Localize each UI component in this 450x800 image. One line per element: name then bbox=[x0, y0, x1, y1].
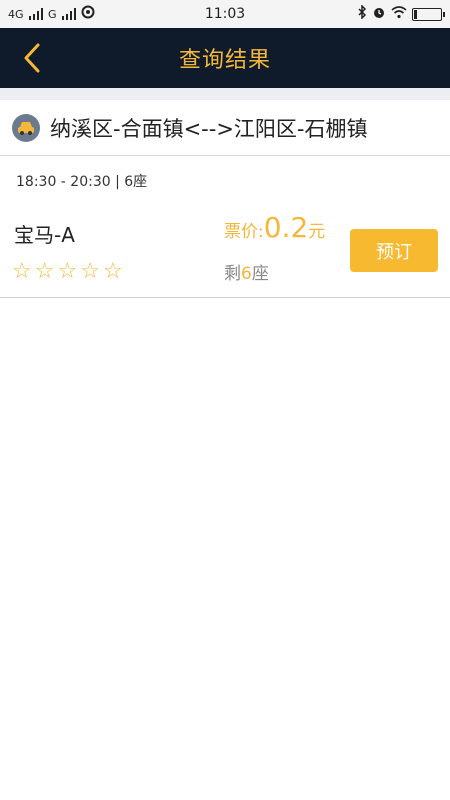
remaining-prefix: 剩 bbox=[224, 264, 241, 284]
trip-time-seats: 18:30 - 20:30 | 6座 bbox=[16, 174, 148, 190]
taxi-icon bbox=[12, 113, 40, 142]
network-type-4g: 4G bbox=[8, 7, 24, 21]
signal-icon-2 bbox=[61, 8, 77, 20]
status-left: 4G G bbox=[8, 5, 95, 23]
network-type-g: G bbox=[48, 7, 57, 21]
car-name: 宝马-A bbox=[14, 223, 75, 247]
status-bar: 4G G 11:03 bbox=[0, 0, 450, 28]
price-value: 0.2 bbox=[263, 211, 309, 244]
battery-icon bbox=[412, 7, 445, 21]
route-text: 纳溪区-合面镇<-->江阳区-石棚镇 bbox=[50, 116, 368, 141]
page-title: 查询结果 bbox=[178, 48, 271, 73]
section-divider bbox=[0, 88, 450, 100]
remaining-count: 6 bbox=[241, 264, 252, 284]
trip-card[interactable]: 18:30 - 20:30 | 6座 宝马-A ☆ ☆ ☆ ☆ ☆ 票价: 0.… bbox=[0, 157, 450, 298]
chevron-left-icon bbox=[24, 43, 40, 73]
book-button[interactable]: 预订 bbox=[350, 229, 438, 272]
status-time: 11:03 bbox=[204, 6, 246, 22]
alarm-icon bbox=[372, 5, 386, 23]
star-outline-icon: ☆ bbox=[80, 259, 100, 284]
ticket-price: 票价: 0.2 元 bbox=[224, 211, 325, 244]
price-label: 票价: bbox=[224, 222, 264, 242]
star-outline-icon: ☆ bbox=[102, 259, 123, 284]
star-outline-icon: ☆ bbox=[12, 259, 32, 284]
sync-icon bbox=[81, 5, 95, 23]
battery-level bbox=[414, 9, 418, 19]
status-right bbox=[357, 4, 445, 23]
route-header: 纳溪区-合面镇<-->江阳区-石棚镇 bbox=[0, 100, 450, 156]
rating-stars: ☆ ☆ ☆ ☆ ☆ bbox=[12, 261, 123, 283]
nav-bar: 查询结果 bbox=[0, 28, 450, 88]
wifi-icon bbox=[391, 5, 407, 23]
star-outline-icon: ☆ bbox=[57, 259, 78, 284]
signal-icon bbox=[28, 8, 44, 20]
remaining-suffix: 座 bbox=[251, 264, 269, 284]
bluetooth-icon bbox=[357, 4, 367, 23]
remaining-seats: 剩6座 bbox=[224, 259, 269, 284]
star-outline-icon: ☆ bbox=[34, 259, 55, 284]
back-button[interactable] bbox=[12, 38, 52, 78]
price-unit: 元 bbox=[308, 222, 326, 242]
